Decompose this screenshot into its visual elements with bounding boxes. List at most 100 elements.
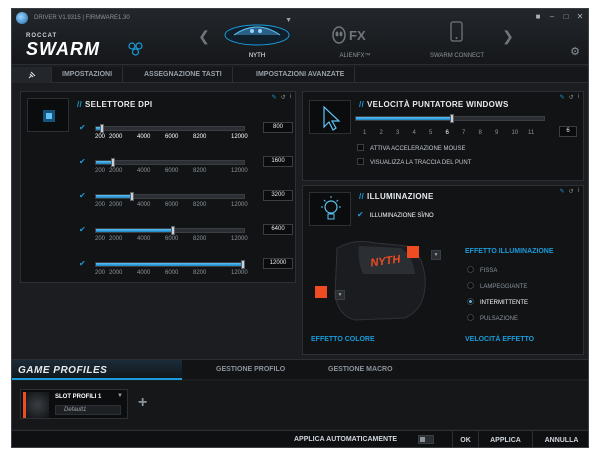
speed-tick-label: 10 [511,130,519,136]
auto-apply-toggle[interactable] [418,435,434,444]
tab-assegnazione-tasti[interactable]: ASSEGNAZIONE TASTI [134,67,233,83]
check-icon[interactable]: ✔ [79,192,87,200]
dpi-tick-label: 2000 [109,134,123,140]
zone-side-dropdown-icon[interactable]: ▼ [335,290,345,300]
dpi-tick-label: 8200 [193,134,207,140]
dpi-knob[interactable] [100,124,105,133]
cancel-button[interactable]: ANNULLA [532,431,588,447]
roccat-app-icon[interactable] [16,12,28,24]
dpi-slider[interactable] [95,192,245,201]
tab-impostazioni[interactable]: IMPOSTAZIONI [52,67,124,83]
restore-icon[interactable]: ■ [532,12,544,22]
check-icon[interactable]: ✔ [357,210,364,219]
device-dropdown-icon[interactable]: ▼ [285,17,292,24]
dpi-value[interactable]: 1600 [263,156,293,167]
speed-tick-label: 2 [379,130,383,136]
dpi-slider[interactable] [95,226,245,235]
dpi-fill [96,195,133,198]
dpi-value[interactable]: 3200 [263,190,293,201]
gear-icon[interactable]: ⚙ [570,45,580,58]
pin-icon[interactable]: ✎ [560,94,565,101]
dpi-slider[interactable] [95,158,245,167]
device-swarm-connect[interactable]: SWARM CONNECT [412,15,502,61]
effect-option[interactable]: LAMPEGGIANTE [467,282,527,290]
footer: APPLICA AUTOMATICAMENTE OK APPLICA ANNUL… [12,430,588,447]
dpi-tick-label: 6000 [165,236,179,242]
dpi-value[interactable]: 800 [263,122,293,133]
speed-knob[interactable] [450,114,454,123]
speed-value[interactable]: 6 [559,126,577,137]
tab-gestione-macro[interactable]: GESTIONE MACRO [328,366,393,373]
pin-tab[interactable] [12,67,52,83]
dpi-tick-label: 12000 [231,168,248,174]
device-nyth[interactable]: ▼ NYTH [212,15,302,61]
check-icon[interactable]: ✔ [79,226,87,234]
zone-side-swatch[interactable] [315,286,327,298]
dpi-knob[interactable] [130,192,134,201]
dpi-value[interactable]: 12000 [263,258,293,269]
zone-top-dropdown-icon[interactable]: ▼ [431,250,441,260]
info-icon[interactable]: i [578,94,579,101]
accel-option[interactable]: ATTIVA ACCELERAZIONE MOUSE [357,144,465,152]
check-icon[interactable]: ✔ [79,260,87,268]
dpi-knob[interactable] [171,226,176,235]
dpi-knob[interactable] [110,158,115,167]
speed-panel-tools: ✎ ↺ i [560,94,579,101]
lighting-toggle-label: ILLUMINAZIONE SÌ/NO [369,213,434,219]
radio-icon[interactable] [467,282,474,289]
reset-icon[interactable]: ↺ [569,94,574,101]
pointer-speed-slider[interactable] [355,114,545,123]
zone-top-swatch[interactable] [407,246,419,258]
speed-tick-label: 4 [412,130,416,136]
pin-icon[interactable]: ✎ [560,188,565,195]
device-alienfx[interactable]: FX ALIENFX™ [310,15,400,61]
nyth-mouse-icon [224,24,290,46]
minimize-icon[interactable]: – [546,12,558,22]
dpi-slider[interactable] [95,260,245,269]
info-icon[interactable]: i [290,94,291,101]
game-profiles-tab[interactable]: GAME PROFILES [12,360,182,380]
tab-impostazioni-avanzate[interactable]: IMPOSTAZIONI AVANZATE [246,67,356,83]
lightbulb-graphic [321,196,341,220]
dpi-fill [96,263,244,266]
dpi-ticks: 200 2000 4000 6000 8200 12000 [95,236,265,244]
radio-icon[interactable] [467,298,474,305]
tab-gestione-profilo[interactable]: GESTIONE PROFILO [216,366,285,373]
radio-icon[interactable] [467,266,474,273]
trail-checkbox[interactable] [357,158,364,165]
effect-option[interactable]: FISSA [467,266,497,274]
info-icon[interactable]: i [578,188,579,195]
effect-speed-title: VELOCITÀ EFFETTO [465,336,535,343]
pin-icon[interactable]: ✎ [272,94,277,101]
reset-icon[interactable]: ↺ [569,188,574,195]
maximize-icon[interactable]: □ [560,12,572,22]
speed-fill [356,117,454,120]
check-icon[interactable]: ✔ [79,158,87,166]
device-prev-arrow-icon[interactable]: ❮ [198,28,210,44]
check-icon[interactable]: ✔ [79,124,87,132]
profile-name-field[interactable]: Default1 [55,405,121,415]
effect-option[interactable]: PULSAZIONE [467,314,518,322]
device-label-nyth: NYTH [248,53,266,59]
dpi-tick-label: 4000 [137,134,151,140]
lighting-toggle[interactable]: ✔ ILLUMINAZIONE SÌ/NO [357,210,434,219]
dpi-ticks: 200 2000 4000 6000 8200 12000 [95,168,265,176]
dpi-value[interactable]: 6400 [263,224,293,235]
radio-icon[interactable] [467,314,474,321]
trail-option[interactable]: VISUALIZZA LA TRACCIA DEL PUNT [357,158,471,166]
slot-dropdown-icon[interactable]: ▼ [117,393,123,399]
reset-icon[interactable]: ↺ [281,94,286,101]
effect-option[interactable]: INTERMITTENTE [467,298,528,306]
ok-button[interactable]: OK [452,431,478,447]
add-profile-button[interactable]: + [138,394,147,412]
cursor-arrow-icon [323,105,341,131]
game-profiles-title: GAME PROFILES [18,365,108,376]
close-icon[interactable]: ✕ [574,12,586,22]
device-next-arrow-icon[interactable]: ❯ [502,28,514,44]
dpi-slider[interactable] [95,124,245,133]
dpi-knob[interactable] [241,260,245,269]
apply-button[interactable]: APPLICA [478,431,532,447]
profile-slot-1[interactable]: SLOT PROFILI 1 ▼ Default1 [20,389,128,419]
dpi-ticks: 200 2000 4000 6000 8200 12000 [95,134,265,142]
accel-checkbox[interactable] [357,144,364,151]
